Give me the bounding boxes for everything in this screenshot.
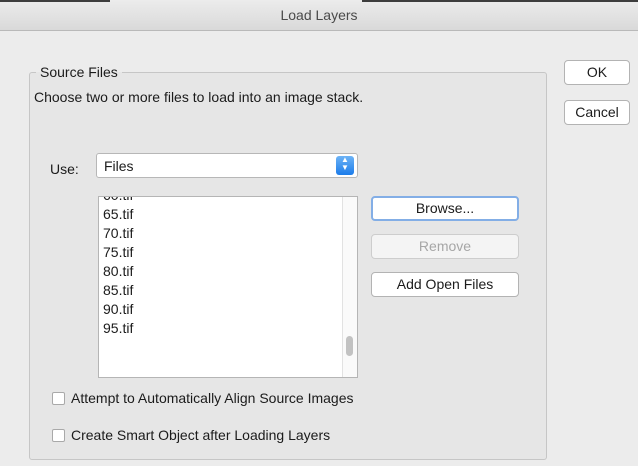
description-text: Choose two or more files to load into an… [34, 89, 364, 105]
file-list[interactable]: 60.tif 65.tif 70.tif 75.tif 80.tif 85.ti… [98, 196, 358, 378]
chevron-up-down-icon: ▲ ▼ [336, 156, 354, 175]
list-item[interactable]: 75.tif [103, 243, 133, 262]
smart-object-checkbox[interactable] [52, 429, 65, 442]
use-select-value: Files [104, 158, 134, 174]
title-bar: Load Layers [0, 0, 638, 31]
scrollbar-thumb[interactable] [346, 336, 353, 356]
list-item[interactable]: 70.tif [103, 224, 133, 243]
list-item[interactable]: 60.tif [103, 197, 133, 205]
use-label: Use: [50, 161, 79, 177]
align-option[interactable]: Attempt to Automatically Align Source Im… [52, 390, 353, 406]
cancel-button[interactable]: Cancel [564, 100, 630, 125]
list-item[interactable]: 65.tif [103, 205, 133, 224]
align-label: Attempt to Automatically Align Source Im… [71, 390, 354, 406]
use-select[interactable]: Files ▲ ▼ [96, 153, 358, 178]
source-files-label: Source Files [40, 64, 118, 80]
remove-button[interactable]: Remove [371, 234, 519, 259]
list-item[interactable]: 80.tif [103, 262, 133, 281]
window-title: Load Layers [280, 7, 358, 23]
add-open-files-button[interactable]: Add Open Files [371, 272, 519, 297]
smart-object-label: Create Smart Object after Loading Layers [71, 427, 331, 443]
file-list-scrollbar[interactable] [342, 197, 357, 377]
browse-button[interactable]: Browse... [371, 196, 519, 221]
list-item[interactable]: 85.tif [103, 281, 133, 300]
smart-object-option[interactable]: Create Smart Object after Loading Layers [52, 427, 330, 443]
list-item[interactable]: 90.tif [103, 300, 133, 319]
ok-button[interactable]: OK [564, 60, 630, 85]
list-item[interactable]: 95.tif [103, 319, 133, 338]
align-checkbox[interactable] [52, 392, 65, 405]
